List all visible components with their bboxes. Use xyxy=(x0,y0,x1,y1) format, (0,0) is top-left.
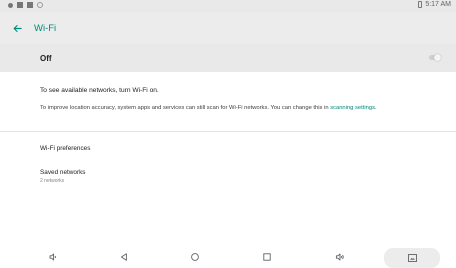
status-bar: 5:17 AM xyxy=(0,0,456,12)
divider xyxy=(0,131,456,132)
back-nav-button[interactable] xyxy=(118,251,130,263)
notification-dot-icon xyxy=(8,2,13,8)
volume-down-button[interactable] xyxy=(47,251,59,263)
wifi-toggle-label: Off xyxy=(40,53,52,63)
screenshot-icon xyxy=(407,254,417,262)
switch-thumb xyxy=(434,54,441,61)
saved-networks-count: 2 networks xyxy=(40,178,65,184)
wifi-toggle-row[interactable]: Off xyxy=(0,44,456,72)
wifi-switch[interactable] xyxy=(429,54,441,61)
navigation-bar xyxy=(0,245,456,268)
recents-nav-button[interactable] xyxy=(261,251,273,263)
location-accuracy-note: To improve location accuracy, system app… xyxy=(40,104,432,113)
volume-up-icon xyxy=(335,253,344,261)
volume-down-icon xyxy=(49,253,56,261)
location-note-end: . xyxy=(374,105,377,111)
app-bar: Wi-Fi xyxy=(0,12,456,44)
arrow-back-icon xyxy=(13,24,22,32)
saved-networks-label: Saved networks xyxy=(40,169,86,176)
photo-notification-icon xyxy=(27,2,33,8)
volume-up-button[interactable] xyxy=(334,251,346,263)
home-circle-icon xyxy=(191,253,199,261)
scanning-settings-link[interactable]: scanning settings xyxy=(330,105,375,111)
notification-icons xyxy=(8,2,43,8)
wifi-preferences-item[interactable]: Wi-Fi preferences xyxy=(40,145,90,152)
back-button[interactable] xyxy=(0,12,34,44)
status-right: 5:17 AM xyxy=(418,1,451,8)
sync-circle-icon xyxy=(37,2,43,8)
back-triangle-icon xyxy=(120,253,127,261)
status-time: 5:17 AM xyxy=(425,1,451,8)
saved-networks-item[interactable]: Saved networks 2 networks xyxy=(40,169,85,184)
recents-square-icon xyxy=(263,253,271,261)
screenshot-button[interactable] xyxy=(384,248,440,268)
home-nav-button[interactable] xyxy=(189,251,201,263)
page-title: Wi-Fi xyxy=(34,22,57,34)
location-note-text: To improve location accuracy, system app… xyxy=(40,105,331,111)
battery-icon xyxy=(418,1,423,8)
notification-square-icon xyxy=(17,2,23,8)
wifi-off-message: To see available networks, turn Wi-Fi on… xyxy=(40,87,159,94)
